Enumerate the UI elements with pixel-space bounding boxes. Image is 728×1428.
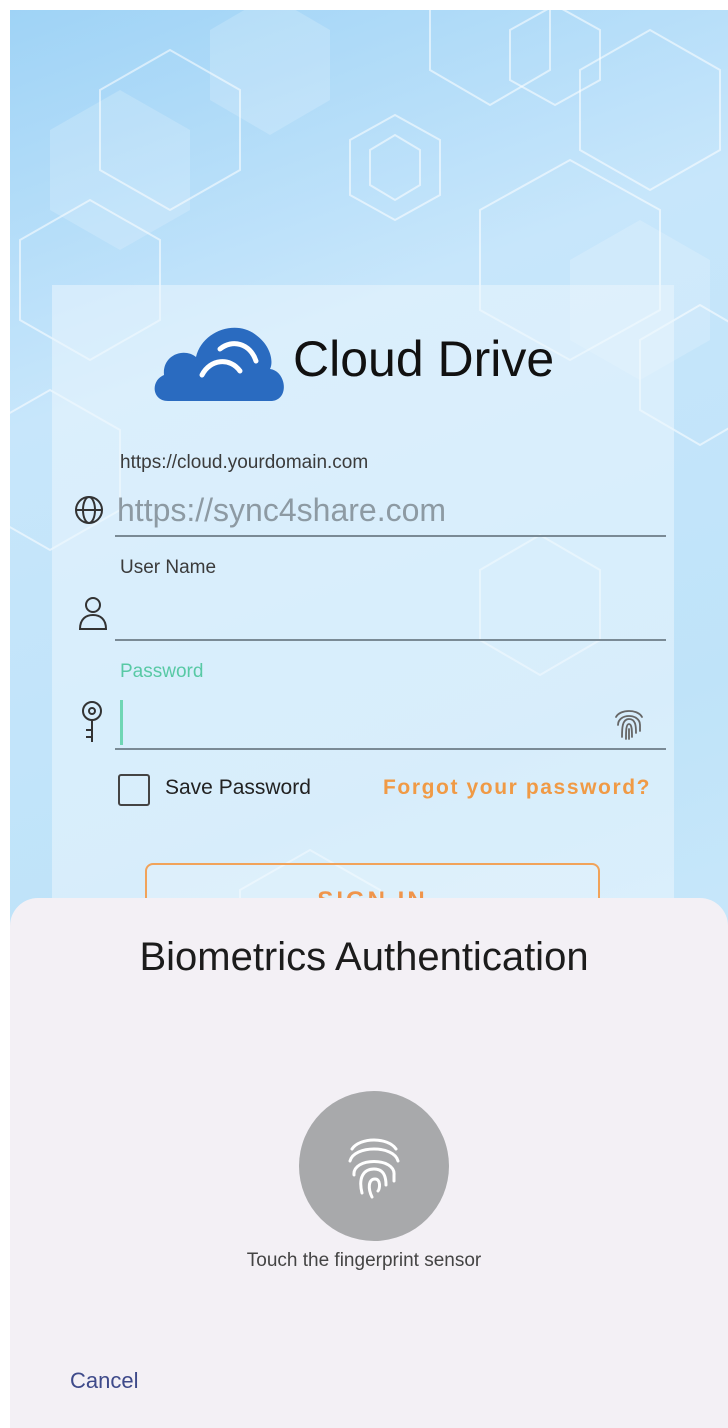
fingerprint-icon [348,1138,400,1199]
fingerprint-icon[interactable] [612,705,646,743]
fingerprint-hint: Touch the fingerprint sensor [246,1250,482,1271]
globe-icon [75,496,103,524]
cancel-button[interactable]: Cancel [70,1368,138,1394]
password-cursor [120,700,123,745]
server-url-underline [115,535,666,537]
fingerprint-sensor-indicator [299,1091,449,1241]
app-title: Cloud Drive [293,331,555,387]
password-underline [115,748,666,750]
biometrics-title: Biometrics Authentication [139,935,589,979]
save-password-label: Save Password [165,776,311,799]
key-icon [82,701,102,742]
username-label: User Name [120,557,217,578]
password-label: Password [120,661,204,682]
server-url-input[interactable]: https://sync4share.com [117,492,446,529]
cloud-logo-icon [154,327,284,401]
save-password-checkbox[interactable] [118,774,150,806]
password-input[interactable] [125,700,605,744]
user-icon [78,597,108,630]
server-url-label: https://cloud.yourdomain.com [120,452,369,473]
username-input[interactable] [117,590,666,634]
forgot-password-link[interactable]: Forgot your password? [383,776,651,800]
username-underline [115,639,666,641]
